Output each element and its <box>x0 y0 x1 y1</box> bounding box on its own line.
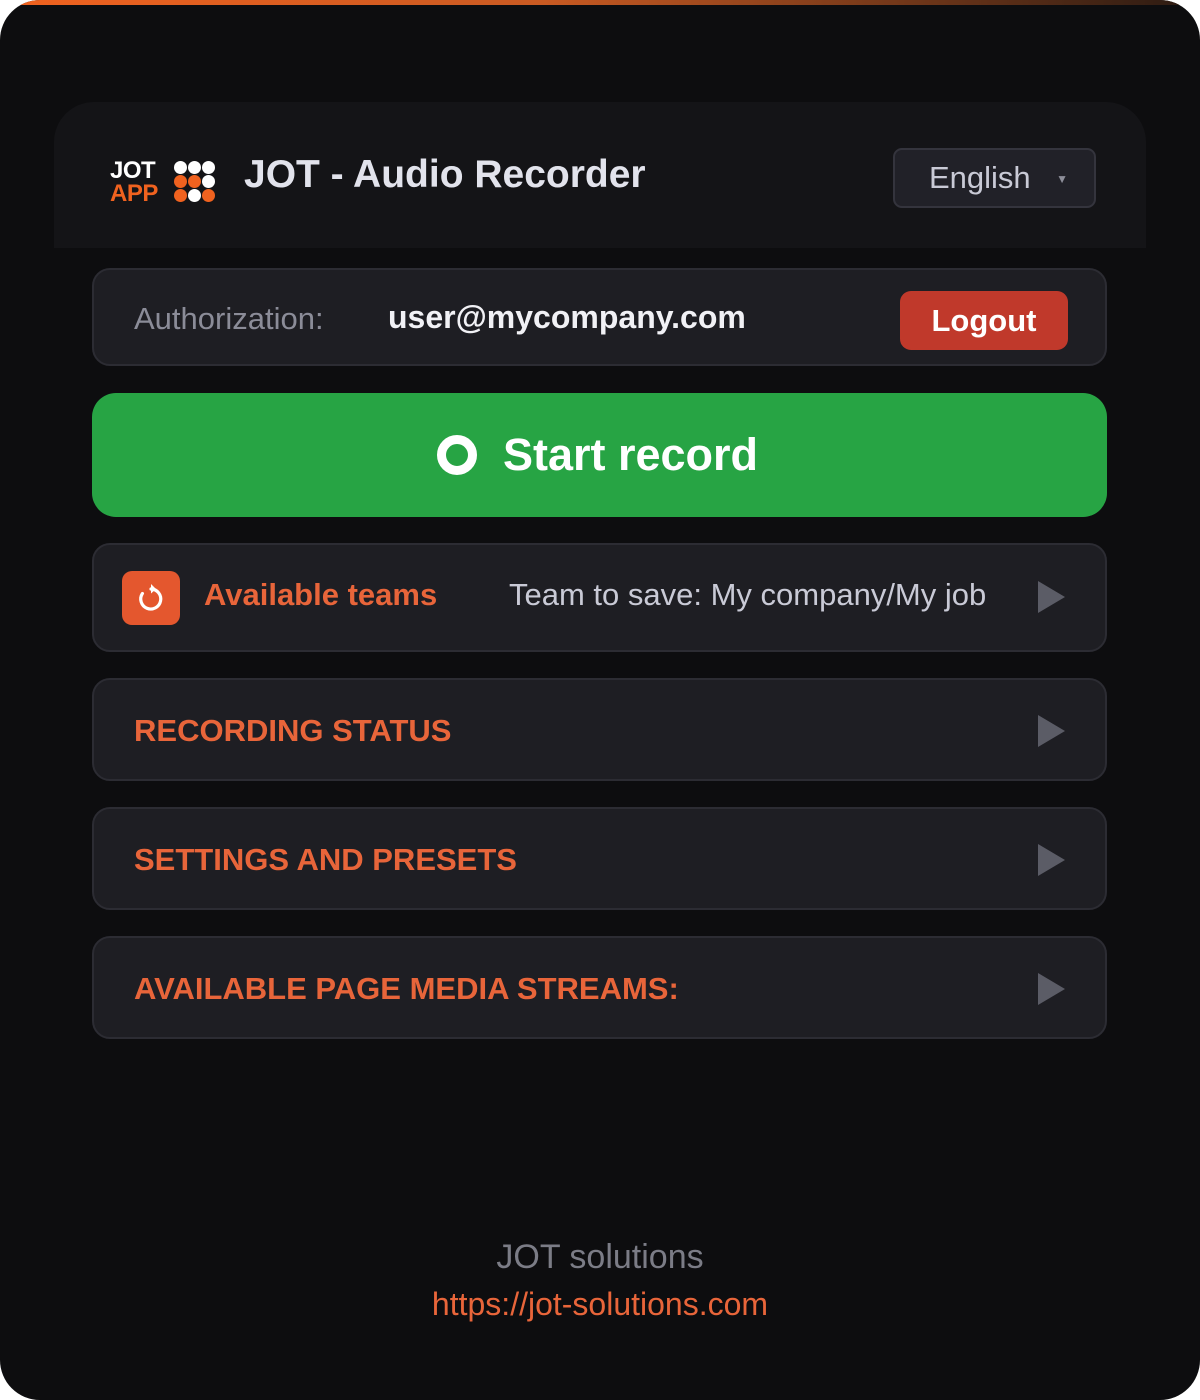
logo-text-jot: JOT <box>110 157 156 184</box>
logo-dots-icon <box>174 161 215 202</box>
authorization-panel: Authorization: user@mycompany.com Logout <box>92 268 1107 366</box>
footer-company-name: JOT solutions <box>496 1238 704 1276</box>
authorized-user-email: user@mycompany.com <box>388 299 746 335</box>
authorization-label: Authorization: <box>134 301 324 336</box>
refresh-icon[interactable] <box>122 571 180 625</box>
record-circle-icon <box>436 435 477 475</box>
language-select[interactable]: English ▼ <box>893 148 1096 208</box>
accent-top-bar <box>0 0 1200 5</box>
header: JOT APP JOT - Audio Recorder English ▼ <box>54 102 1146 248</box>
chevron-right-icon <box>1038 581 1065 613</box>
available-page-media-streams-section[interactable]: AVAILABLE PAGE MEDIA STREAMS: <box>92 936 1107 1039</box>
app-title: JOT - Audio Recorder <box>244 153 646 196</box>
footer-website-link[interactable]: https://jot-solutions.com <box>0 1286 1200 1323</box>
chevron-right-icon <box>1038 715 1065 747</box>
section-title: AVAILABLE PAGE MEDIA STREAMS: <box>134 971 679 1006</box>
available-teams-row[interactable]: Available teams Team to save: My company… <box>92 543 1107 652</box>
start-record-label: Start record <box>502 429 759 480</box>
start-record-button[interactable]: Start record <box>92 393 1107 517</box>
jot-app-logo: JOT APP <box>110 159 220 207</box>
language-selected-value: English <box>929 160 1031 195</box>
logo-text-app: APP <box>110 180 158 207</box>
section-title: SETTINGS AND PRESETS <box>134 842 517 877</box>
chevron-right-icon <box>1038 844 1065 876</box>
section-title: RECORDING STATUS <box>134 713 452 748</box>
caret-down-icon: ▼ <box>1056 172 1068 186</box>
app-window: JOT APP JOT - Audio Recorder English ▼ A… <box>0 0 1200 1400</box>
logout-button[interactable]: Logout <box>900 291 1068 350</box>
recording-status-section[interactable]: RECORDING STATUS <box>92 678 1107 781</box>
settings-and-presets-section[interactable]: SETTINGS AND PRESETS <box>92 807 1107 910</box>
team-to-save-value: Team to save: My company/My job <box>509 577 987 612</box>
available-teams-label: Available teams <box>204 577 438 612</box>
chevron-right-icon <box>1038 973 1065 1005</box>
